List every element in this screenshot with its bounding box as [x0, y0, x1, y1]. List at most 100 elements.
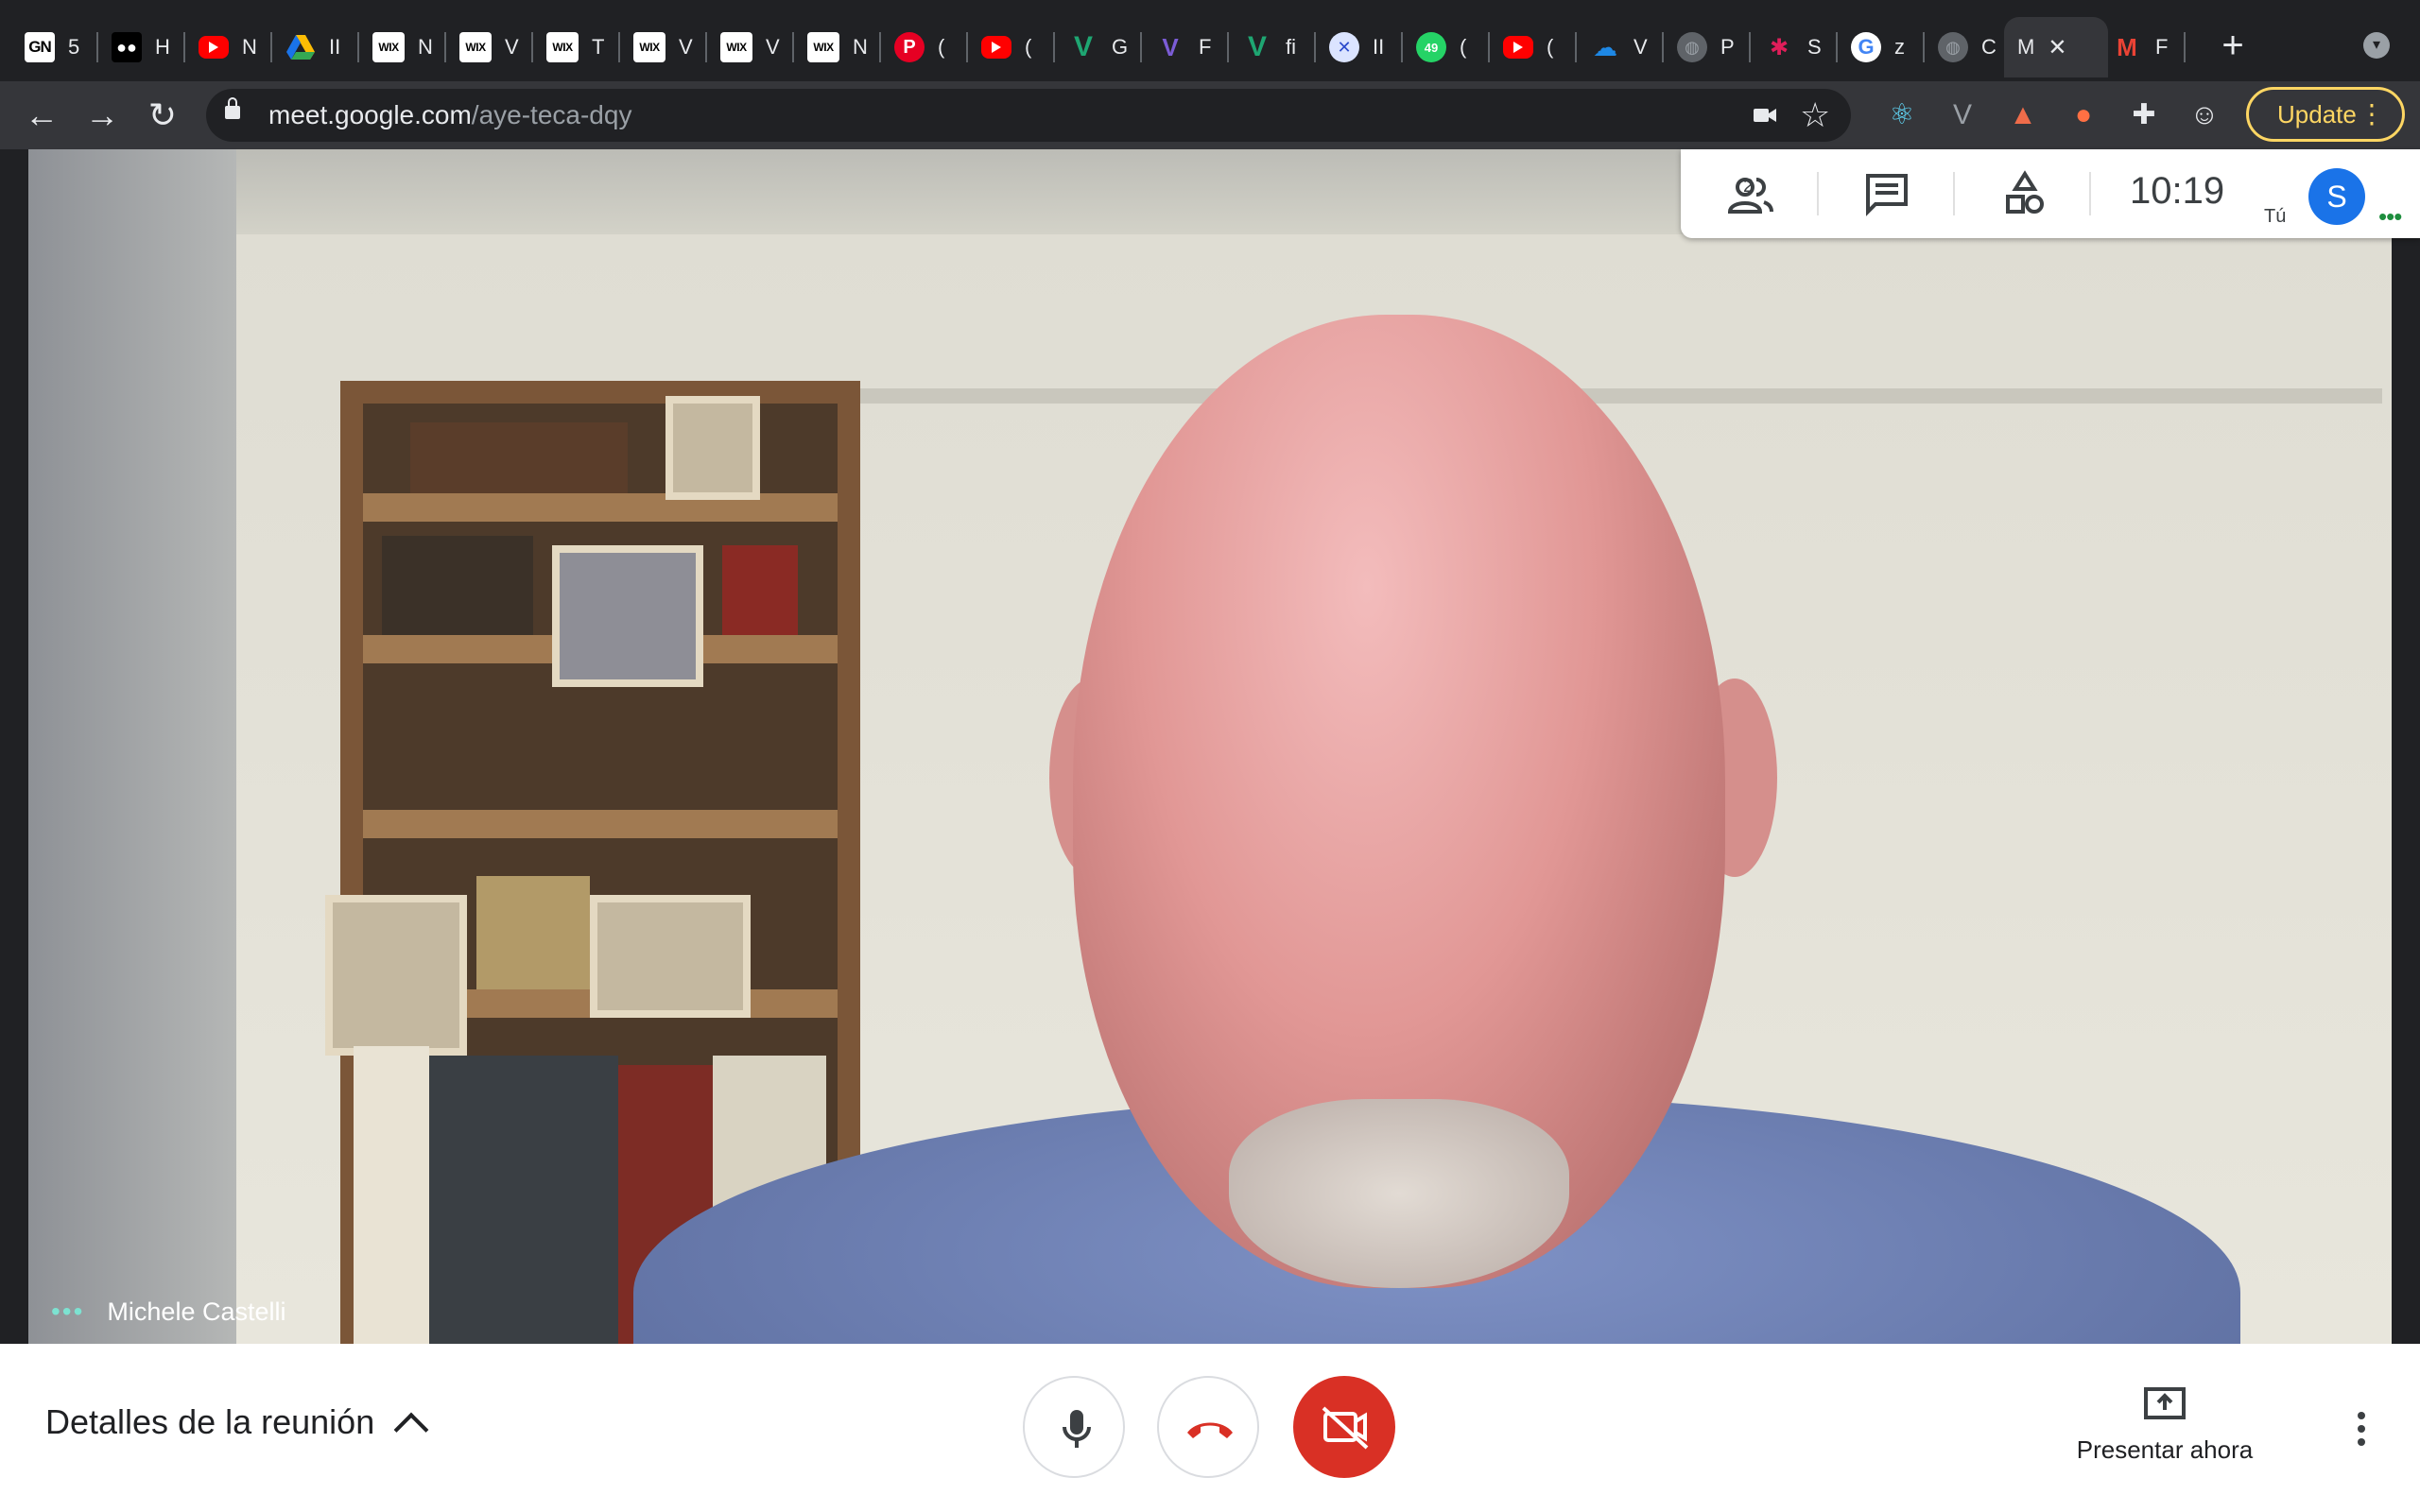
rocket-extension-icon[interactable]: ▲	[2002, 94, 2044, 136]
browser-tab[interactable]: WIX V	[446, 17, 533, 77]
vuejs-beta-icon: V	[1162, 32, 1179, 61]
browser-tab[interactable]: 49 (	[1403, 17, 1490, 77]
puzzle-icon[interactable]: ✚	[2123, 94, 2165, 136]
wix-icon: WIX	[720, 32, 752, 62]
hang-up-icon	[1187, 1422, 1233, 1438]
tab-title: 5	[68, 35, 80, 59]
video-left-wall	[28, 149, 236, 1344]
update-button[interactable]: Update ⋮	[2246, 87, 2405, 142]
browser-tab[interactable]: WIX N	[359, 17, 446, 77]
participant-video[interactable]	[28, 149, 2392, 1344]
more-options-icon[interactable]	[2350, 1406, 2373, 1463]
present-now-button[interactable]: Presentar ahora	[2051, 1385, 2278, 1465]
photo-frame	[325, 895, 467, 1056]
camera-toggle-button[interactable]	[1293, 1376, 1395, 1478]
browser-tab[interactable]: P(	[881, 17, 968, 77]
tab-title: V	[679, 35, 693, 59]
browser-tab[interactable]: WIX T	[533, 17, 620, 77]
books	[354, 1046, 429, 1344]
browser-tab[interactable]: ●● H	[98, 17, 185, 77]
google-drive-icon	[285, 32, 316, 62]
fire-extension-icon[interactable]: ●	[2063, 94, 2104, 136]
browser-tab[interactable]: ☁ V	[1577, 17, 1664, 77]
browser-tab-strip: GN 5 ●● H N II WIX N WIX V WIX T WIX V WIX V WIX N P((V G V F…	[0, 0, 2420, 81]
browser-tab[interactable]: WIX V	[620, 17, 707, 77]
leave-call-button[interactable]	[1157, 1376, 1259, 1478]
avatar[interactable]: S	[2308, 168, 2365, 225]
browser-tab[interactable]: WIX V	[707, 17, 794, 77]
gn-icon: GN	[25, 32, 55, 62]
browser-tab[interactable]: II	[272, 17, 359, 77]
pinterest-icon: P	[894, 32, 925, 62]
tab-separator	[2184, 32, 2186, 62]
meeting-details-button[interactable]: Detalles de la reunión	[45, 1402, 429, 1448]
tab-title: P	[1720, 35, 1735, 59]
youtube-icon	[1503, 36, 1533, 59]
vue-devtools-icon[interactable]: V	[1942, 94, 1983, 136]
reload-button[interactable]: ↻	[140, 93, 185, 138]
browser-tab[interactable]: (	[1490, 17, 1577, 77]
people-count-badge: 2	[1743, 176, 1754, 197]
browser-tab[interactable]: ✱ S	[1751, 17, 1838, 77]
browser-tab[interactable]: Vfi	[1229, 17, 1316, 77]
close-tab-icon[interactable]: ✕	[2048, 34, 2066, 61]
browser-menu-icon[interactable]: ⋮	[2359, 90, 2385, 139]
back-button[interactable]: ←	[19, 93, 64, 138]
tab-title: F	[2155, 35, 2169, 59]
browser-tab[interactable]: GN 5	[11, 17, 98, 77]
chat-icon[interactable]	[1858, 168, 1915, 221]
browser-toolbar: ← → ↻ meet.google.com/aye-teca-dqy ☆ ⚛ V ▲…	[0, 81, 2420, 149]
profile-icon[interactable]: ☺	[2184, 94, 2225, 136]
globe-icon: ◍	[1938, 32, 1968, 62]
meeting-details-label: Detalles de la reunión	[45, 1402, 375, 1441]
tab-title: z	[1894, 35, 1905, 59]
browser-tab[interactable]: VF	[1142, 17, 1229, 77]
tab-title: T	[592, 35, 605, 59]
browser-tab[interactable]: MF	[2099, 17, 2186, 77]
slack-icon: ✱	[1769, 34, 1789, 60]
tab-title: M	[2017, 35, 2035, 59]
browser-tab[interactable]: M ✕	[2004, 17, 2108, 77]
address-bar[interactable]: meet.google.com/aye-teca-dqy ☆	[206, 89, 1851, 142]
audio-indicator-icon: •••	[51, 1297, 85, 1326]
browser-tab[interactable]: WIX N	[794, 17, 881, 77]
divider	[1817, 172, 1819, 215]
url-text[interactable]: meet.google.com/aye-teca-dqy	[268, 100, 631, 130]
bookmark-star-icon[interactable]: ☆	[1800, 96, 1830, 134]
present-screen-icon	[2144, 1387, 2186, 1419]
browser-tab[interactable]: ◍ P	[1664, 17, 1751, 77]
browser-tab[interactable]: ✕ II	[1316, 17, 1403, 77]
gmail-icon: M	[2117, 32, 2137, 61]
participant-name: Michele Castelli	[107, 1297, 286, 1326]
onedrive-icon: ☁	[1593, 32, 1617, 61]
browser-tab[interactable]: VG	[1055, 17, 1142, 77]
react-devtools-icon[interactable]: ⚛	[1881, 94, 1923, 136]
tab-title: S	[1807, 35, 1822, 59]
person-beard	[1229, 1099, 1569, 1288]
meeting-controls-bar: Detalles de la reunión Presentar ahora	[0, 1344, 2420, 1512]
medium-icon: ●●	[112, 32, 142, 62]
microphone-button[interactable]	[1023, 1376, 1125, 1478]
url-host: meet.google.com	[268, 100, 472, 129]
browser-tab[interactable]: (	[968, 17, 1055, 77]
activities-icon[interactable]	[1996, 168, 2053, 221]
chevron-up-icon	[393, 1412, 429, 1448]
photo-frame	[552, 545, 703, 687]
browser-tab[interactable]: Gz	[1838, 17, 1925, 77]
tab-search-button[interactable]: ▾	[2363, 32, 2390, 59]
forward-button[interactable]: →	[79, 93, 125, 138]
camera-in-use-icon[interactable]	[1753, 104, 1777, 127]
browser-tab[interactable]: ◍ C	[1925, 17, 2012, 77]
wix-icon: WIX	[372, 32, 405, 62]
photo-frame	[590, 895, 751, 1018]
whatsapp-icon: 49	[1416, 32, 1446, 62]
browser-tab[interactable]: N	[185, 17, 272, 77]
books	[722, 545, 798, 635]
tab-title: V	[505, 35, 519, 59]
tab-title: N	[418, 35, 433, 59]
participant-name-tag: ••• Michele Castelli	[51, 1293, 286, 1331]
lock-icon[interactable]	[225, 97, 240, 119]
new-tab-button[interactable]: +	[2214, 26, 2252, 64]
tab-title: V	[766, 35, 780, 59]
self-label: Tú	[2264, 206, 2287, 227]
